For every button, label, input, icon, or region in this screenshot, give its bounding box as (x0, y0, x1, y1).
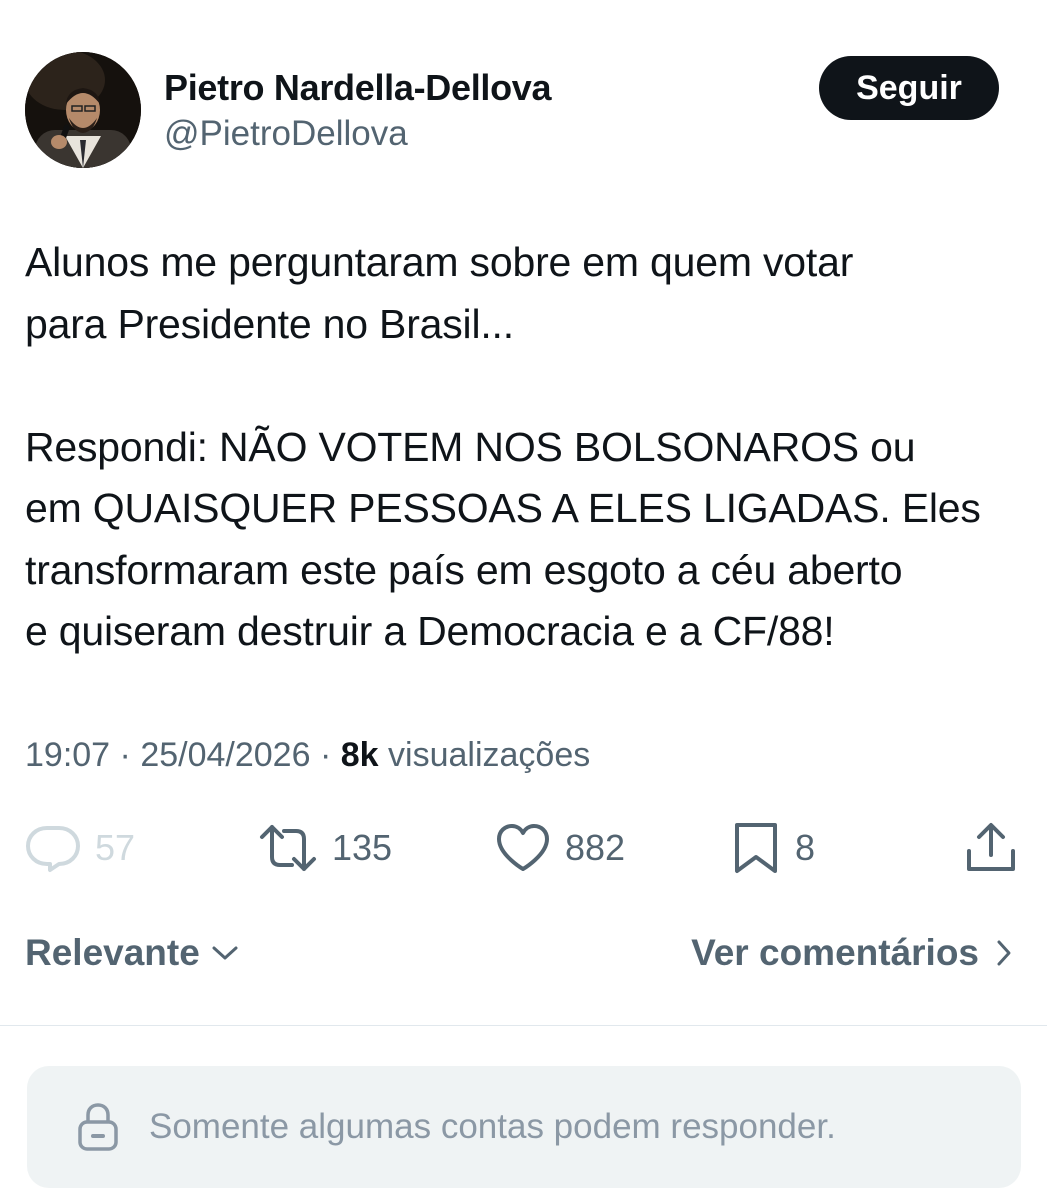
tweet-header: Pietro Nardella-Dellova @PietroDellova S… (25, 52, 999, 168)
reply-count: 57 (95, 827, 136, 868)
profile-photo-icon (25, 52, 141, 168)
meta-separator: · (119, 736, 131, 774)
replies-controls: Relevante Ver comentários (25, 932, 1013, 988)
bookmark-count: 8 (795, 827, 816, 868)
share-icon (967, 823, 1015, 871)
share-button[interactable] (965, 818, 1017, 878)
sort-label: Relevante (25, 932, 200, 973)
bookmark-button[interactable]: 8 (731, 818, 815, 878)
divider (0, 1025, 1047, 1026)
avatar[interactable] (25, 52, 141, 168)
tweet-date[interactable]: 25/04/2026 (140, 736, 310, 774)
like-count: 882 (565, 827, 626, 868)
tweet-time[interactable]: 19:07 (25, 736, 110, 774)
reply-button[interactable]: 57 (25, 818, 135, 878)
heart-icon (497, 824, 549, 871)
reply-restriction-banner: Somente algumas contas podem responder. (27, 1066, 1021, 1188)
reply-restriction-text: Somente algumas contas podem responder. (149, 1107, 836, 1146)
views-label: visualizações (388, 736, 591, 774)
sort-dropdown[interactable]: Relevante (25, 932, 240, 974)
chevron-right-icon (997, 940, 1011, 966)
display-name[interactable]: Pietro Nardella-Dellova (164, 66, 552, 110)
lock-icon (78, 1103, 118, 1151)
handle[interactable]: @PietroDellova (164, 112, 551, 156)
retweet-icon (260, 825, 316, 871)
view-comments-link[interactable]: Ver comentários (691, 932, 1013, 974)
follow-button[interactable]: Seguir (819, 56, 999, 120)
view-comments-label: Ver comentários (691, 932, 979, 973)
reply-icon (26, 826, 80, 872)
author-info[interactable]: Pietro Nardella-Dellova @PietroDellova (164, 66, 552, 156)
retweet-button[interactable]: 135 (258, 818, 392, 878)
retweet-count: 135 (332, 827, 393, 868)
bookmark-icon (735, 823, 777, 873)
meta-separator: · (319, 736, 332, 774)
like-button[interactable]: 882 (495, 818, 625, 878)
views-count: 8k (340, 736, 379, 774)
action-bar: 57 135 882 8 (25, 818, 1020, 878)
tweet-text: Alunos me perguntaram sobre em quem vota… (25, 239, 981, 654)
tweet-meta: 19:07 · 25/04/2026 · 8k visualizações (25, 730, 590, 780)
chevron-down-icon (212, 946, 238, 960)
